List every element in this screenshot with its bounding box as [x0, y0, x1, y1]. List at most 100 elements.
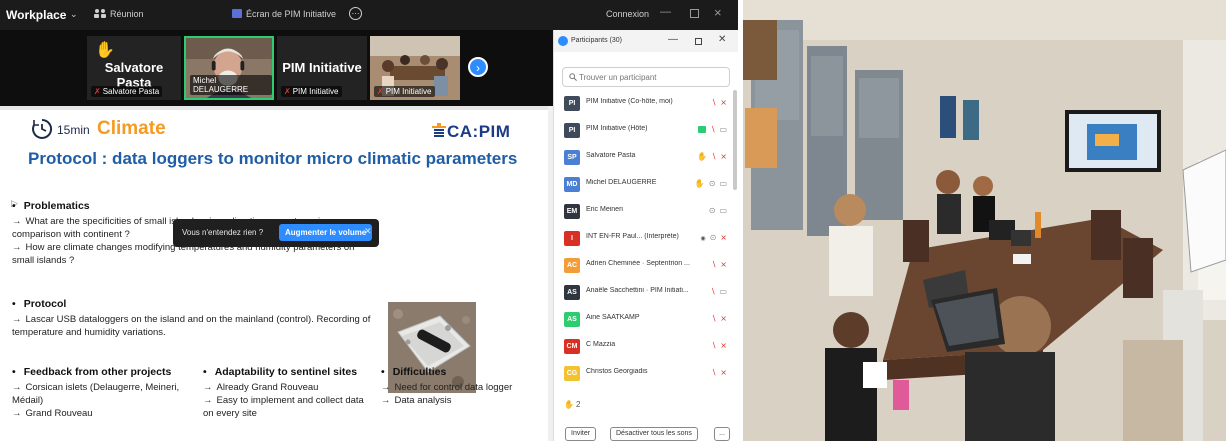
participant-name: Christos Georgiadis	[586, 368, 648, 375]
section-line: Data analysis	[381, 394, 541, 407]
mic-icon[interactable]: ⊙	[710, 233, 717, 242]
camera-icon[interactable]: ▭	[719, 125, 727, 134]
raised-hand-icon: ✋	[95, 42, 115, 59]
mic-off-icon[interactable]: ∖	[710, 125, 715, 134]
participant-name: C Mazzia	[586, 341, 616, 348]
mic-off-icon[interactable]: ∖	[711, 314, 716, 323]
screen-share-label[interactable]: Écran de PIM Initiative	[246, 9, 336, 19]
camera-off-icon[interactable]: ⨯	[720, 368, 727, 377]
topic-label: Climate	[97, 118, 166, 139]
camera-off-icon[interactable]: ⨯	[720, 314, 727, 323]
chevron-down-icon[interactable]: ⌄	[70, 9, 78, 20]
raised-hands-number: 2	[575, 400, 581, 409]
invite-button[interactable]: Inviter	[565, 427, 597, 441]
section-line: Need for control data logger	[381, 381, 541, 394]
camera-off-icon[interactable]: ⨯	[720, 152, 727, 161]
camera-icon[interactable]: ▭	[719, 206, 727, 215]
more-options-button[interactable]: ...	[714, 427, 730, 441]
participant-row[interactable]: CG Christos Georgiadis ∖ ⨯	[554, 360, 734, 387]
mute-all-button[interactable]: Désactiver tous les sons	[610, 427, 698, 441]
mic-off-icon[interactable]: ∖	[711, 341, 716, 350]
camera-off-icon[interactable]: ⨯	[720, 98, 727, 107]
app-name[interactable]: Workplace	[6, 8, 66, 22]
meeting-room-image	[743, 0, 1226, 441]
participant-status-icons: ✋ ∖ ⨯	[693, 152, 727, 161]
participant-name: PIM Initiative (Co-hôte, moi)	[586, 98, 673, 105]
title-bar: Workplace ⌄ Réunion Écran de PIM Initiat…	[0, 0, 738, 30]
video-tile-pim[interactable]: PIM Initiative ✗ PIM Initiative	[277, 36, 367, 100]
participant-row[interactable]: PI PIM Initiative (Co-hôte, moi) ∖ ⨯	[554, 90, 734, 117]
raised-hand-icon: ✋	[694, 179, 705, 188]
participant-row[interactable]: SP Salvatore Pasta ✋ ∖ ⨯	[554, 144, 734, 171]
participant-row[interactable]: EM Eric Meineri ⊙ ▭	[554, 198, 734, 225]
avatar: PI	[564, 96, 580, 111]
section-feedback: Feedback from other projects Corsican is…	[12, 366, 202, 420]
mic-off-icon[interactable]: ∖	[711, 368, 716, 377]
avatar: PI	[564, 123, 580, 138]
participant-status-icons: ∖ ▭	[694, 125, 727, 134]
participant-status-icons: ✋ ⊙ ▭	[691, 179, 727, 188]
minimize-icon[interactable]: —	[668, 34, 678, 45]
participant-list-scrollbar[interactable]	[733, 90, 737, 190]
participant-row[interactable]: AS Anaële Sacchettini · PIM Initiati... ∖ ▭	[554, 279, 734, 306]
participant-name: Adrien Cheminée · Septentrion ...	[586, 260, 690, 267]
camera-off-icon[interactable]: ⨯	[720, 260, 727, 269]
meeting-label[interactable]: Réunion	[110, 9, 144, 19]
interpreter-icon: ◉	[700, 236, 706, 242]
raised-hands-count[interactable]: ✋ 2	[564, 400, 580, 409]
participant-status-icons: ∖ ⨯	[707, 341, 727, 350]
connection-label[interactable]: Connexion	[606, 9, 649, 19]
brand-label: CA:PIM	[447, 122, 511, 141]
participant-name: INT EN-FR Paul... (Interprète)	[586, 233, 679, 240]
mic-icon[interactable]: ⊙	[709, 179, 716, 188]
section-problematics: Problematics What are the specificities …	[12, 200, 372, 267]
participant-name: Anaële Sacchettini · PIM Initiati...	[586, 287, 689, 294]
camera-off-icon[interactable]: ⨯	[720, 233, 727, 242]
section-line: What are the specificities of small isla…	[12, 215, 372, 241]
video-tile-michel[interactable]: Michel DELAUGERRE	[184, 36, 274, 100]
participant-row[interactable]: AS Aine SAATKAMP ∖ ⨯	[554, 306, 734, 333]
camera-off-icon[interactable]: ⨯	[720, 341, 727, 350]
close-icon[interactable]: ×	[714, 5, 722, 20]
minimize-icon[interactable]: —	[660, 6, 671, 18]
maximize-icon[interactable]	[695, 38, 702, 45]
time-label: 15min	[57, 123, 90, 137]
participant-row[interactable]: CM C Mazzia ∖ ⨯	[554, 333, 734, 360]
section-line: Grand Rouveau	[12, 407, 202, 420]
next-page-button[interactable]: ›	[468, 57, 488, 77]
avatar: CG	[564, 366, 580, 381]
avatar: EM	[564, 204, 580, 219]
camera-icon[interactable]: ▭	[719, 287, 727, 296]
mic-off-icon: ✗	[284, 87, 291, 96]
mic-icon[interactable]: ⊙	[709, 206, 716, 215]
close-icon[interactable]: ✕	[718, 34, 726, 45]
participant-name: Aine SAATKAMP	[586, 314, 640, 321]
section-title: Adaptability to sentinel sites	[203, 366, 375, 379]
participant-list: PI PIM Initiative (Co-hôte, moi) ∖ ⨯ PI PIM I…	[554, 90, 734, 390]
section-title: Feedback from other projects	[12, 366, 202, 379]
participant-search-input[interactable]	[579, 70, 727, 84]
video-tile-salvatore[interactable]: ✋ Salvatore Pasta ✗ Salvatore Pasta	[87, 36, 181, 100]
participant-row[interactable]: PI PIM Initiative (Hôte) ∖ ▭	[554, 117, 734, 144]
participant-name: PIM Initiative (Hôte)	[586, 125, 648, 132]
maximize-icon[interactable]	[690, 9, 699, 18]
slide-heading: Protocol : data loggers to monitor micro…	[28, 149, 518, 168]
mic-off-icon[interactable]: ∖	[711, 260, 716, 269]
participant-status-icons: ∖ ⨯	[707, 368, 727, 377]
brand-logo-icon	[432, 123, 446, 137]
mic-off-icon[interactable]: ∖	[710, 287, 715, 296]
section-title: Problematics	[12, 200, 372, 213]
section-difficulties: Difficulties Need for control data logge…	[381, 366, 541, 407]
camera-icon[interactable]: ▭	[719, 179, 727, 188]
tile-small-name: ✗ PIM Initiative	[374, 86, 435, 97]
video-tile-pim-room[interactable]: ✗ PIM Initiative	[370, 36, 460, 100]
meeting-room-photo	[743, 0, 1226, 441]
section-protocol: Protocol Lascar USB dataloggers on the i…	[12, 298, 372, 339]
participant-row[interactable]: I INT EN-FR Paul... (Interprète) ◉ ⊙ ⨯	[554, 225, 734, 252]
mic-off-icon[interactable]: ∖	[711, 152, 716, 161]
participant-row[interactable]: AC Adrien Cheminée · Septentrion ... ∖ ⨯	[554, 252, 734, 279]
participant-row[interactable]: MD Michel DELAUGERRE ✋ ⊙ ▭	[554, 171, 734, 198]
screen-options-icon[interactable]: ⋯	[349, 7, 362, 20]
mic-off-icon[interactable]: ∖	[711, 98, 716, 107]
mic-off-icon: ✗	[94, 87, 101, 96]
